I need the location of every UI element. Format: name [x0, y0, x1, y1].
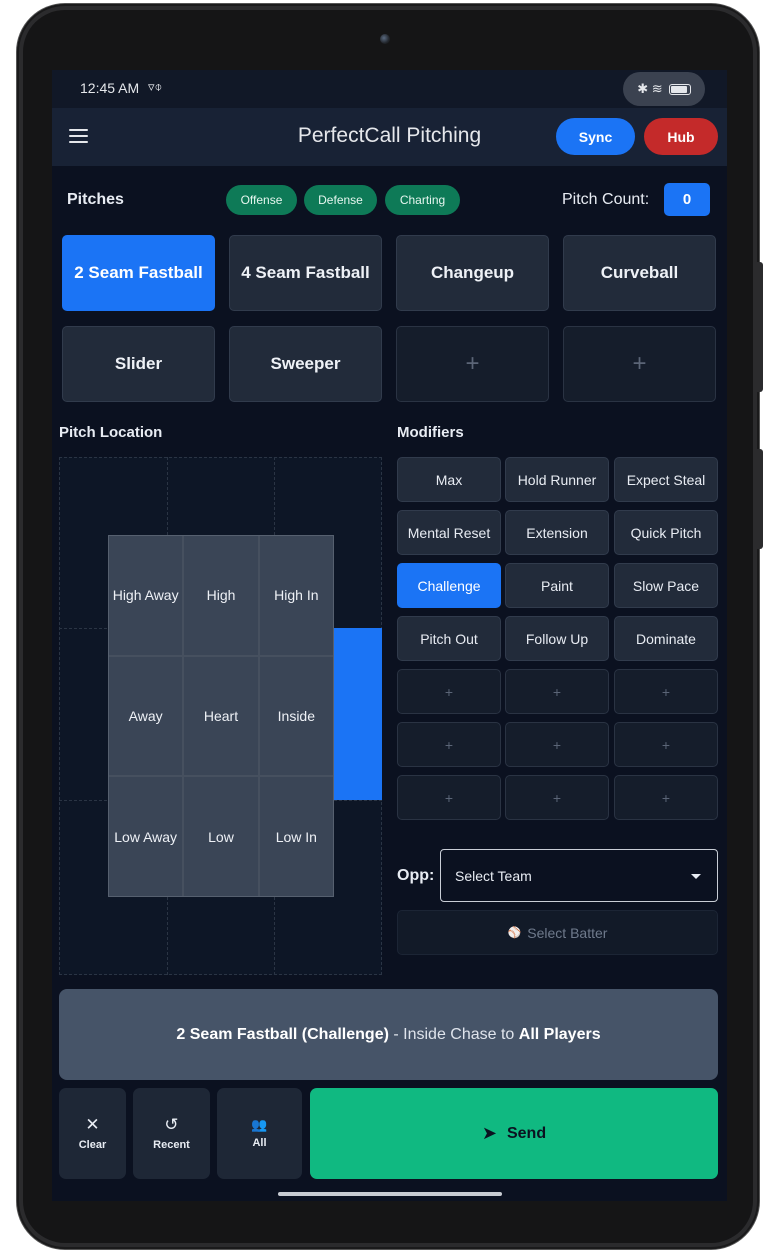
clear-button[interactable]: ✕ Clear [59, 1088, 126, 1179]
modifiers-label: Modifiers [397, 424, 464, 441]
front-camera [380, 34, 390, 44]
modifier-mental-reset[interactable]: Mental Reset [397, 510, 501, 555]
pitch-location-label: Pitch Location [59, 424, 163, 441]
pitch-button-changeup[interactable]: Changeup [396, 235, 549, 311]
pitch-button-curveball[interactable]: Curveball [563, 235, 716, 311]
group-icon: 👥 [251, 1117, 268, 1132]
zone-high[interactable]: High [184, 536, 258, 655]
modifier-extension[interactable]: Extension [505, 510, 609, 555]
status-system-icons: ✱ ≋ [623, 72, 705, 106]
add-pitch-button[interactable]: + [563, 326, 716, 402]
select-batter-button[interactable]: ⚾ Select Batter [397, 910, 718, 955]
strike-zone: High Away High High In Away Heart Inside… [108, 535, 334, 897]
recent-button[interactable]: ↺ Recent [133, 1088, 210, 1179]
modifier-slow-pace[interactable]: Slow Pace [614, 563, 718, 608]
zone-low-in[interactable]: Low In [259, 777, 333, 896]
baseball-icon: ⚾ [507, 927, 522, 939]
zone-high-away[interactable]: High Away [109, 536, 183, 655]
zone-low[interactable]: Low [184, 777, 258, 896]
close-icon: ✕ [85, 1115, 100, 1134]
modifier-follow-up[interactable]: Follow Up [505, 616, 609, 661]
battery-icon [668, 83, 691, 95]
add-modifier-button[interactable]: + [505, 722, 609, 767]
recent-label: Recent [153, 1139, 190, 1151]
pitches-label: Pitches [67, 191, 124, 208]
send-label: Send [506, 1124, 547, 1142]
modifier-challenge[interactable]: Challenge [397, 563, 501, 608]
volume-button [757, 262, 763, 392]
pitch-count-value[interactable]: 0 [664, 183, 710, 216]
add-modifier-button[interactable]: + [505, 775, 609, 820]
summary-target: All Players [518, 1025, 601, 1043]
add-pitch-button[interactable]: + [396, 326, 549, 402]
add-modifier-button[interactable]: + [397, 669, 501, 714]
modifier-dominate[interactable]: Dominate [614, 616, 718, 661]
pitch-button-slider[interactable]: Slider [62, 326, 215, 402]
add-modifier-button[interactable]: + [614, 669, 718, 714]
opponent-label: Opp: [397, 867, 435, 884]
pitch-button-sweeper[interactable]: Sweeper [229, 326, 382, 402]
summary-location: - Inside Chase to [388, 1025, 519, 1043]
add-modifier-button[interactable]: + [505, 669, 609, 714]
dropdown-caret-icon [691, 874, 701, 879]
pitch-button-2-seam-fastball[interactable]: 2 Seam Fastball [62, 235, 215, 311]
screen: 12:45 AM ▿⌽ ✱ ≋ PerfectCall Pitching Syn… [52, 70, 727, 1201]
send-button[interactable]: ➤ Send [310, 1088, 718, 1179]
all-players-button[interactable]: 👥 All [217, 1088, 302, 1179]
pitch-count-label: Pitch Count: [562, 191, 650, 208]
zone-high-in[interactable]: High In [259, 536, 333, 655]
chip-defense[interactable]: Defense [304, 185, 377, 215]
add-modifier-button[interactable]: + [614, 775, 718, 820]
chip-charting[interactable]: Charting [385, 185, 460, 215]
summary-pitch: 2 Seam Fastball (Challenge) [176, 1025, 389, 1043]
zone-away[interactable]: Away [109, 656, 183, 776]
select-batter-label: Select Batter [527, 924, 608, 941]
modifier-paint[interactable]: Paint [505, 563, 609, 608]
history-icon: ↺ [164, 1115, 179, 1134]
add-modifier-button[interactable]: + [614, 722, 718, 767]
clear-label: Clear [78, 1139, 107, 1151]
chip-offense[interactable]: Offense [226, 185, 297, 215]
all-label: All [252, 1137, 267, 1149]
add-modifier-button[interactable]: + [397, 722, 501, 767]
status-notification-icons: ▿⌽ [148, 79, 163, 94]
team-select[interactable]: Select Team [440, 849, 718, 902]
zone-inside[interactable]: Inside [259, 656, 333, 776]
call-summary: 2 Seam Fastball (Challenge) - Inside Cha… [59, 989, 718, 1080]
inside-chase-zone-selected[interactable] [333, 628, 382, 800]
bluetooth-wifi-icon: ✱ ≋ [637, 81, 663, 96]
modifier-quick-pitch[interactable]: Quick Pitch [614, 510, 718, 555]
modifier-pitch-out[interactable]: Pitch Out [397, 616, 501, 661]
status-time: 12:45 AM [80, 80, 140, 96]
zone-low-away[interactable]: Low Away [109, 777, 183, 896]
send-icon: ➤ [481, 1123, 497, 1143]
app-bar: PerfectCall Pitching Sync Hub [52, 108, 727, 166]
modifier-hold-runner[interactable]: Hold Runner [505, 457, 609, 502]
hub-button[interactable]: Hub [644, 118, 718, 155]
home-indicator[interactable] [278, 1192, 502, 1196]
zone-heart[interactable]: Heart [184, 656, 258, 776]
pitch-button-4-seam-fastball[interactable]: 4 Seam Fastball [229, 235, 382, 311]
modifier-max[interactable]: Max [397, 457, 501, 502]
status-bar: 12:45 AM ▿⌽ ✱ ≋ [52, 70, 727, 108]
team-select-value: Select Team [455, 867, 532, 884]
sync-button[interactable]: Sync [556, 118, 635, 155]
modifier-expect-steal[interactable]: Expect Steal [614, 457, 718, 502]
add-modifier-button[interactable]: + [397, 775, 501, 820]
power-button [757, 449, 763, 549]
